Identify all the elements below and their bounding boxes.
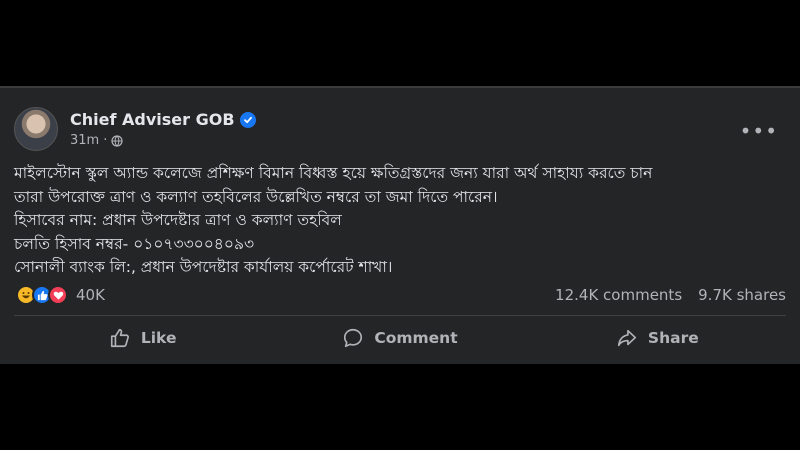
post-card: Chief Adviser GOB 31m · ••• মাইলস্টোন স্… — [0, 86, 800, 364]
post-body-line: চলতি হিসাব নম্বর- ০১০৭৩৩০০৪০৯৩ — [14, 234, 255, 253]
post-stats: 12.4K comments 9.7K shares — [555, 286, 786, 304]
share-icon — [617, 329, 636, 347]
author-name[interactable]: Chief Adviser GOB — [70, 110, 235, 129]
verified-badge-icon — [239, 111, 256, 128]
actions-divider — [14, 315, 786, 316]
post-body: মাইলস্টোন স্কুল অ্যান্ড কলেজে প্রশিক্ষণ … — [14, 162, 784, 280]
comment-button[interactable]: Comment — [271, 320, 528, 356]
author-row: Chief Adviser GOB — [70, 110, 256, 129]
comment-label: Comment — [374, 329, 458, 347]
post-header: Chief Adviser GOB 31m · — [14, 107, 256, 151]
like-icon — [110, 328, 129, 348]
comment-icon — [344, 328, 363, 348]
separator-dot: · — [103, 133, 108, 148]
avatar[interactable] — [14, 107, 58, 151]
reaction-summary[interactable]: 40K — [16, 285, 105, 305]
share-label: Share — [647, 329, 699, 347]
post-body-line: মাইলস্টোন স্কুল অ্যান্ড কলেজে প্রশিক্ষণ … — [14, 164, 653, 182]
reaction-count[interactable]: 40K — [76, 286, 105, 304]
like-label: Like — [140, 329, 177, 347]
reactions-row: 40K 12.4K comments 9.7K shares — [16, 284, 786, 306]
post-time[interactable]: 31m — [70, 133, 99, 148]
more-options-icon[interactable]: ••• — [740, 121, 778, 141]
comments-count[interactable]: 12.4K comments — [555, 286, 682, 304]
love-reaction-icon — [48, 285, 68, 305]
post-body-line: হিসাবের নাম: প্রধান উপদেষ্টার ত্রাণ ও কল… — [14, 211, 342, 229]
action-bar: Like Comment Share — [14, 320, 786, 356]
post-body-line: তারা উপরোক্ত ত্রাণ ও কল্যাণ তহবিলের উল্ল… — [14, 187, 498, 206]
post-body-line: সোনালী ব্যাংক লি:, প্রধান উপদেষ্টার কার্… — [14, 258, 393, 276]
post-subline: 31m · — [70, 133, 256, 148]
like-button[interactable]: Like — [14, 320, 271, 356]
globe-icon[interactable] — [111, 134, 123, 147]
shares-count[interactable]: 9.7K shares — [698, 286, 786, 304]
share-button[interactable]: Share — [529, 320, 786, 356]
author-meta: Chief Adviser GOB 31m · — [70, 110, 256, 148]
